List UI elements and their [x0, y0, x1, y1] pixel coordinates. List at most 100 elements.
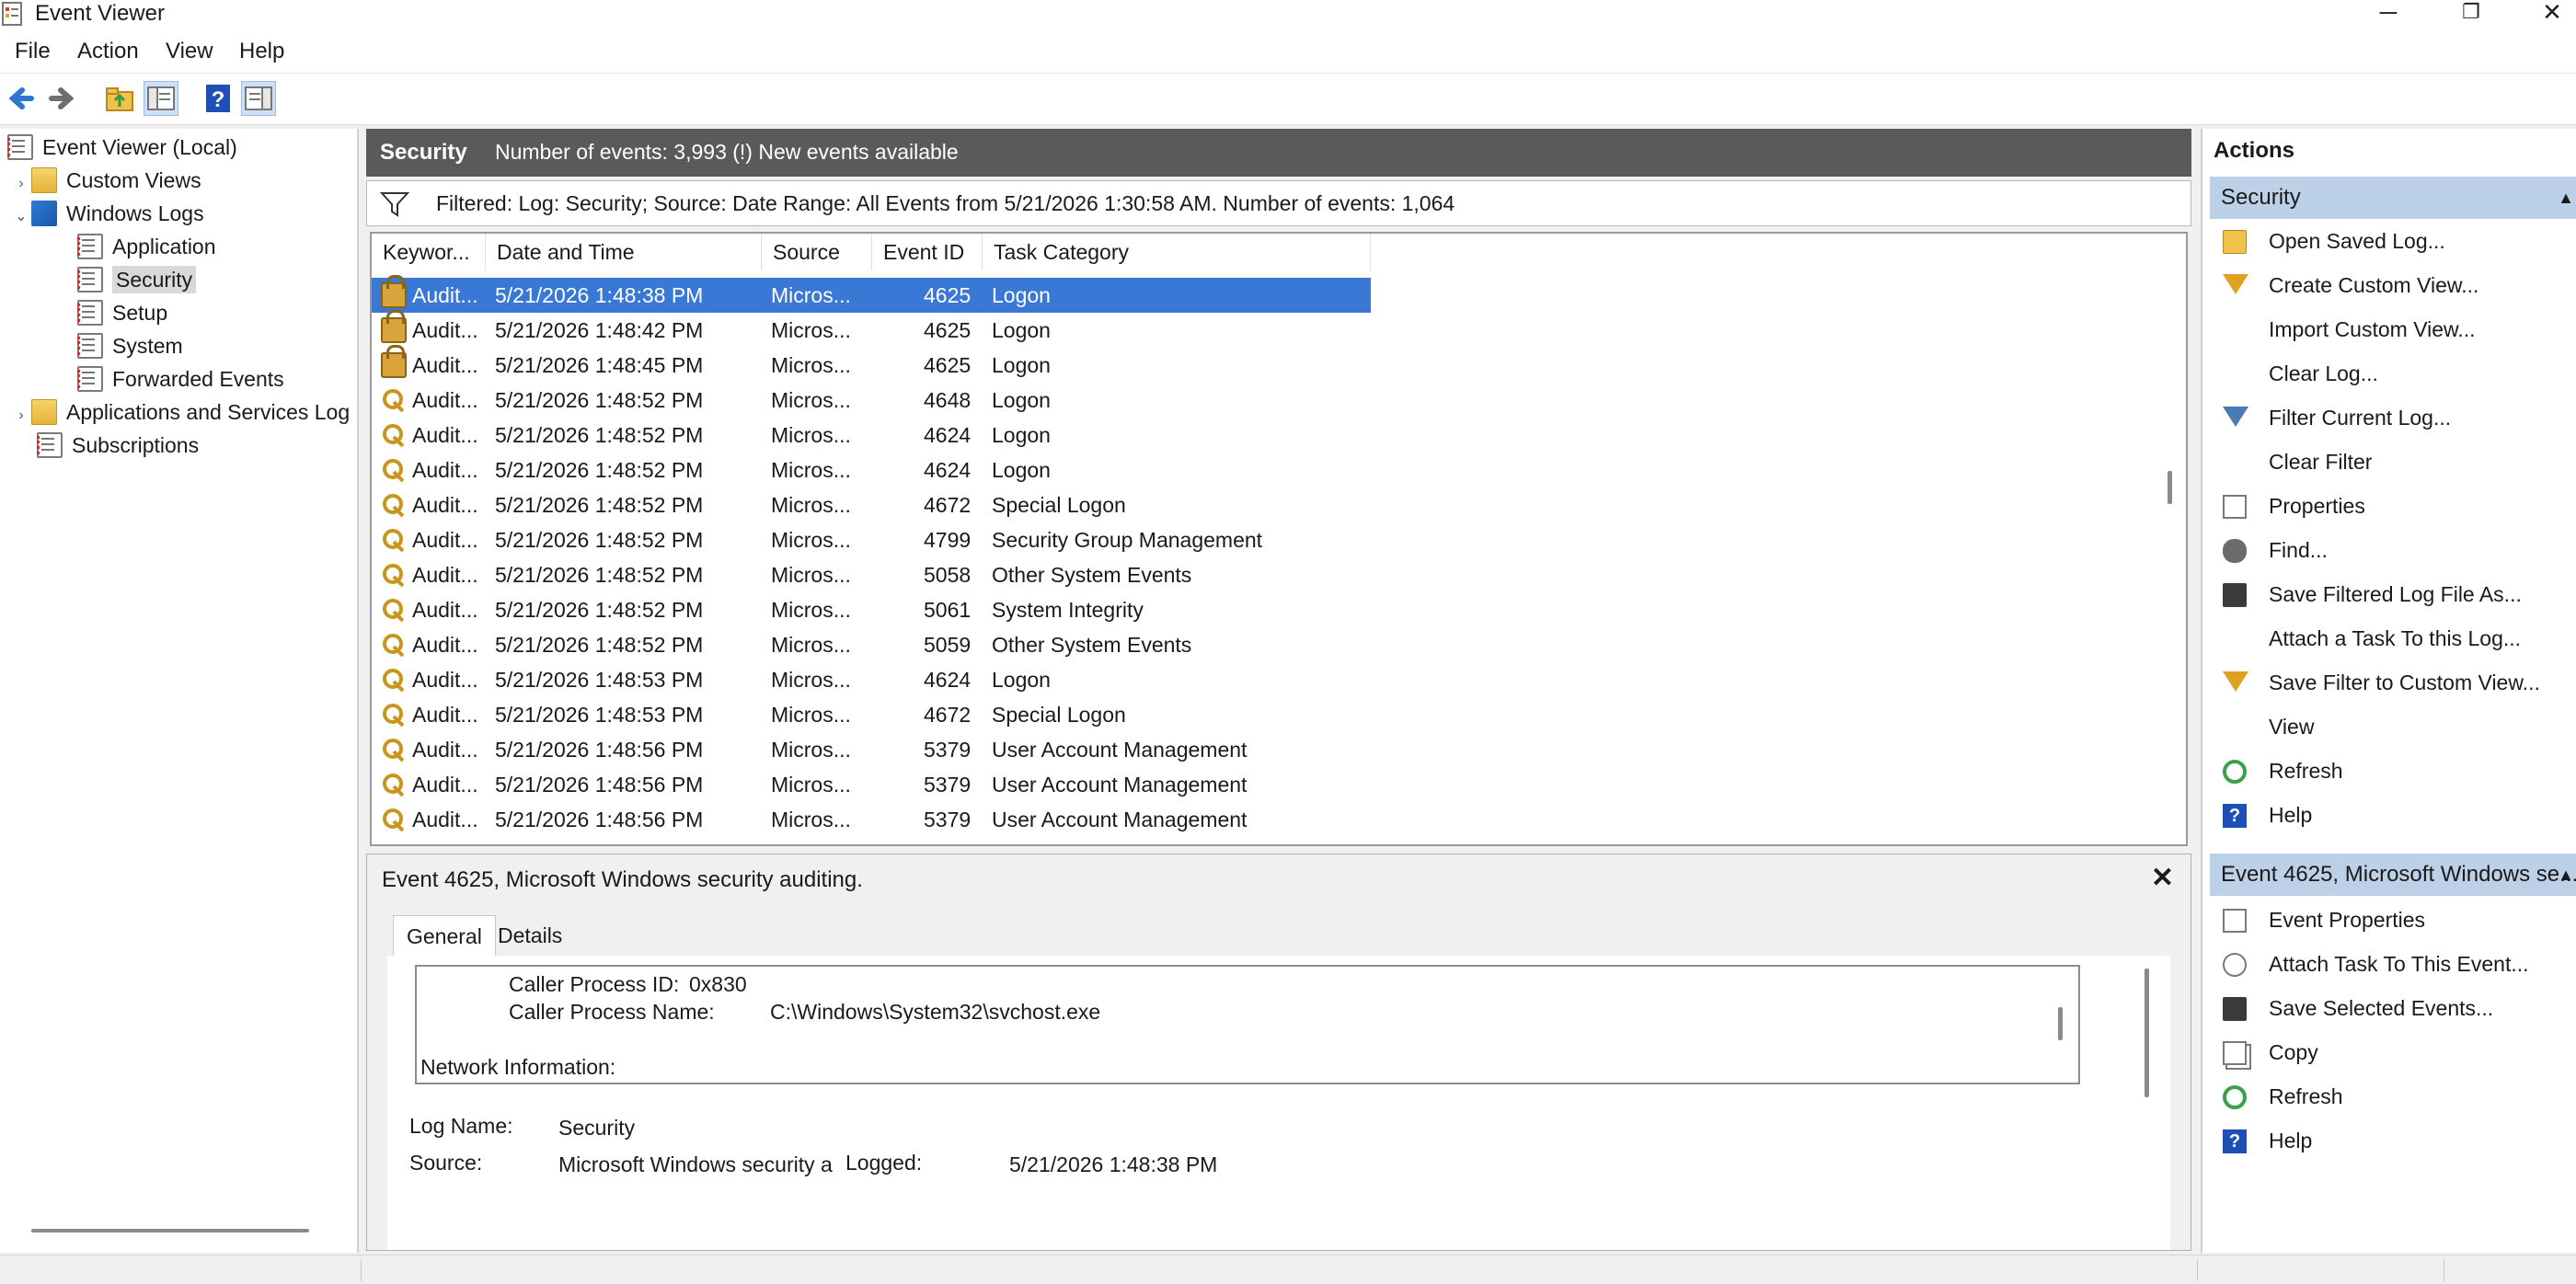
- restore-button[interactable]: ❐: [2444, 0, 2499, 28]
- menu-file[interactable]: File: [15, 39, 51, 64]
- table-row[interactable]: Audit... 5/21/2026 1:48:52 PM Micros... 505…: [372, 627, 2175, 662]
- table-row[interactable]: Audit... 5/21/2026 1:48:52 PM Micros... 462…: [372, 453, 2175, 487]
- filter-funnel-icon: [2223, 671, 2248, 692]
- action-save-selected-events[interactable]: Save Selected Events...: [2210, 986, 2576, 1030]
- action-copy[interactable]: Copy: [2210, 1030, 2576, 1074]
- show-action-pane-icon[interactable]: [241, 81, 276, 116]
- table-row[interactable]: Audit... 5/21/2026 1:48:52 PM Micros... 505…: [372, 557, 2175, 592]
- action-clear-log[interactable]: Clear Log...: [2210, 351, 2576, 396]
- action-attach-a-task-to-this-log[interactable]: Attach a Task To this Log...: [2210, 616, 2576, 660]
- tree-item-label: System: [112, 334, 183, 358]
- caller-process-id-value: 0x830: [689, 972, 747, 996]
- action-save-filtered-log-file-as[interactable]: Save Filtered Log File As...: [2210, 572, 2576, 616]
- expand-chevron-icon[interactable]: ›: [11, 167, 31, 201]
- cell-keywords: Audit...: [412, 528, 478, 552]
- action-find[interactable]: Find...: [2210, 528, 2576, 572]
- action-save-filter-to-custom-view[interactable]: Save Filter to Custom View...: [2210, 660, 2576, 705]
- table-row[interactable]: Audit... 5/21/2026 1:48:52 PM Micros... 506…: [372, 592, 2175, 627]
- table-row[interactable]: Audit... 5/21/2026 1:48:45 PM Micros... 462…: [372, 345, 2175, 383]
- tab-general[interactable]: General: [393, 915, 496, 956]
- column-keywords[interactable]: Keywor...: [372, 234, 486, 270]
- action-attach-task-to-this-event[interactable]: Attach Task To This Event...: [2210, 942, 2576, 986]
- table-row[interactable]: Audit... 5/21/2026 1:48:52 PM Micros... 462…: [372, 418, 2175, 453]
- tree-item-application[interactable]: Application: [77, 230, 216, 263]
- action-label: Event Properties: [2269, 908, 2426, 932]
- help-toolbar-icon[interactable]: ?: [201, 81, 236, 116]
- tree-item-label: Application: [112, 235, 216, 258]
- action-label: Help: [2269, 1129, 2313, 1152]
- collapse-chevron-icon[interactable]: ⌄: [11, 201, 31, 234]
- close-button[interactable]: ✕: [2524, 0, 2576, 28]
- filter-funnel-icon: [2223, 274, 2248, 294]
- action-filter-current-log[interactable]: Filter Current Log...: [2210, 396, 2576, 440]
- table-row[interactable]: Audit... 5/21/2026 1:48:56 PM Micros... 537…: [372, 802, 2175, 837]
- table-row[interactable]: Audit... 5/21/2026 1:48:52 PM Micros... 479…: [372, 522, 2175, 557]
- tab-details[interactable]: Details: [485, 915, 575, 956]
- tree-item-forwarded-events[interactable]: Forwarded Events: [77, 362, 284, 396]
- event-description-box[interactable]: Caller Process ID: 0x830 Caller Process …: [415, 965, 2080, 1084]
- table-row[interactable]: Audit... 5/21/2026 1:48:52 PM Micros... 467…: [372, 487, 2175, 522]
- tree-item-event-viewer-local[interactable]: Event Viewer (Local): [7, 131, 237, 164]
- table-row[interactable]: Audit... 5/21/2026 1:48:53 PM Micros... 462…: [372, 662, 2175, 697]
- column-event-id[interactable]: Event ID: [872, 234, 983, 270]
- menu-view[interactable]: View: [166, 39, 213, 64]
- actions-section-event[interactable]: Event 4625, Microsoft Windows se... ▲: [2210, 854, 2576, 896]
- filter-description: Filtered: Log: Security; Source: Date Ra…: [436, 191, 1455, 215]
- tree-item-security[interactable]: Security: [77, 263, 197, 296]
- menu-action[interactable]: Action: [77, 39, 139, 64]
- cell-event-id: 5059: [924, 633, 972, 657]
- action-help[interactable]: ? Help: [2210, 793, 2576, 837]
- tree-item-label: Event Viewer (Local): [42, 135, 237, 159]
- close-detail-icon[interactable]: ✕: [2151, 862, 2174, 894]
- column-task-category[interactable]: Task Category: [983, 234, 1371, 270]
- action-import-custom-view[interactable]: Import Custom View...: [2210, 307, 2576, 351]
- action-properties[interactable]: Properties: [2210, 484, 2576, 528]
- log-icon: [77, 332, 103, 359]
- table-row[interactable]: Audit... 5/21/2026 1:48:56 PM Micros... 537…: [372, 767, 2175, 802]
- event-actions-list: Event Properties Attach Task To This Even…: [2202, 898, 2576, 1174]
- action-label: Save Filtered Log File As...: [2269, 582, 2522, 606]
- tree-item-system[interactable]: System: [77, 329, 183, 362]
- column-source[interactable]: Source: [762, 234, 872, 270]
- tree-item-setup[interactable]: Setup: [77, 296, 167, 329]
- description-scrollbar[interactable]: [2058, 1007, 2063, 1040]
- collapse-section-icon[interactable]: ▲: [2558, 177, 2574, 219]
- table-row[interactable]: Audit... 5/21/2026 1:48:52 PM Micros... 464…: [372, 383, 2175, 418]
- action-open-saved-log[interactable]: Open Saved Log...: [2210, 219, 2576, 263]
- back-arrow-icon[interactable]: [4, 81, 39, 116]
- cell-source: Micros...: [771, 318, 851, 342]
- action-refresh[interactable]: Refresh: [2210, 1074, 2576, 1118]
- grid-vertical-scrollbar[interactable]: [2168, 471, 2172, 504]
- tree-horizontal-scrollbar[interactable]: [31, 1229, 309, 1232]
- collapse-section-icon[interactable]: ▲: [2558, 854, 2574, 896]
- cell-event-id: 4624: [924, 668, 972, 692]
- table-row[interactable]: Audit... 5/21/2026 1:48:53 PM Micros... 467…: [372, 697, 2175, 732]
- properties-icon: [2223, 909, 2247, 933]
- action-create-custom-view[interactable]: Create Custom View...: [2210, 263, 2576, 307]
- filter-bar: Filtered: Log: Security; Source: Date Ra…: [366, 180, 2191, 226]
- tree-item-custom-views[interactable]: › Custom Views: [11, 164, 201, 197]
- tree-item-windows-logs[interactable]: ⌄ Windows Logs: [11, 197, 204, 230]
- tree-item-subscriptions[interactable]: Subscriptions: [37, 429, 199, 462]
- action-clear-filter[interactable]: Clear Filter: [2210, 440, 2576, 484]
- up-folder-icon[interactable]: [103, 81, 138, 116]
- action-view[interactable]: View: [2210, 705, 2576, 749]
- table-row[interactable]: Audit... 5/21/2026 1:48:42 PM Micros... 462…: [372, 310, 2175, 348]
- minimize-button[interactable]: ─: [2361, 0, 2416, 28]
- detail-vertical-scrollbar[interactable]: [2145, 969, 2149, 1097]
- audit-success-key-icon: [381, 702, 407, 728]
- menu-help[interactable]: Help: [239, 39, 284, 64]
- actions-section-security[interactable]: Security ▲: [2210, 177, 2576, 219]
- tree-item-applications-and-services-logs[interactable]: › Applications and Services Log: [11, 396, 357, 429]
- table-row[interactable]: Audit... 5/21/2026 1:48:56 PM Micros... 537…: [372, 732, 2175, 767]
- expand-chevron-icon[interactable]: ›: [11, 399, 31, 429]
- save-icon: [2223, 583, 2247, 607]
- action-event-properties[interactable]: Event Properties: [2210, 898, 2576, 942]
- show-hide-tree-icon[interactable]: [144, 81, 178, 116]
- log-icon: [77, 233, 103, 259]
- action-help[interactable]: ? Help: [2210, 1118, 2576, 1163]
- action-refresh[interactable]: Refresh: [2210, 749, 2576, 793]
- table-row[interactable]: Audit... 5/21/2026 1:48:38 PM Micros... 462…: [372, 275, 1371, 313]
- forward-arrow-icon[interactable]: [44, 81, 79, 116]
- column-date-and-time[interactable]: Date and Time: [486, 234, 762, 270]
